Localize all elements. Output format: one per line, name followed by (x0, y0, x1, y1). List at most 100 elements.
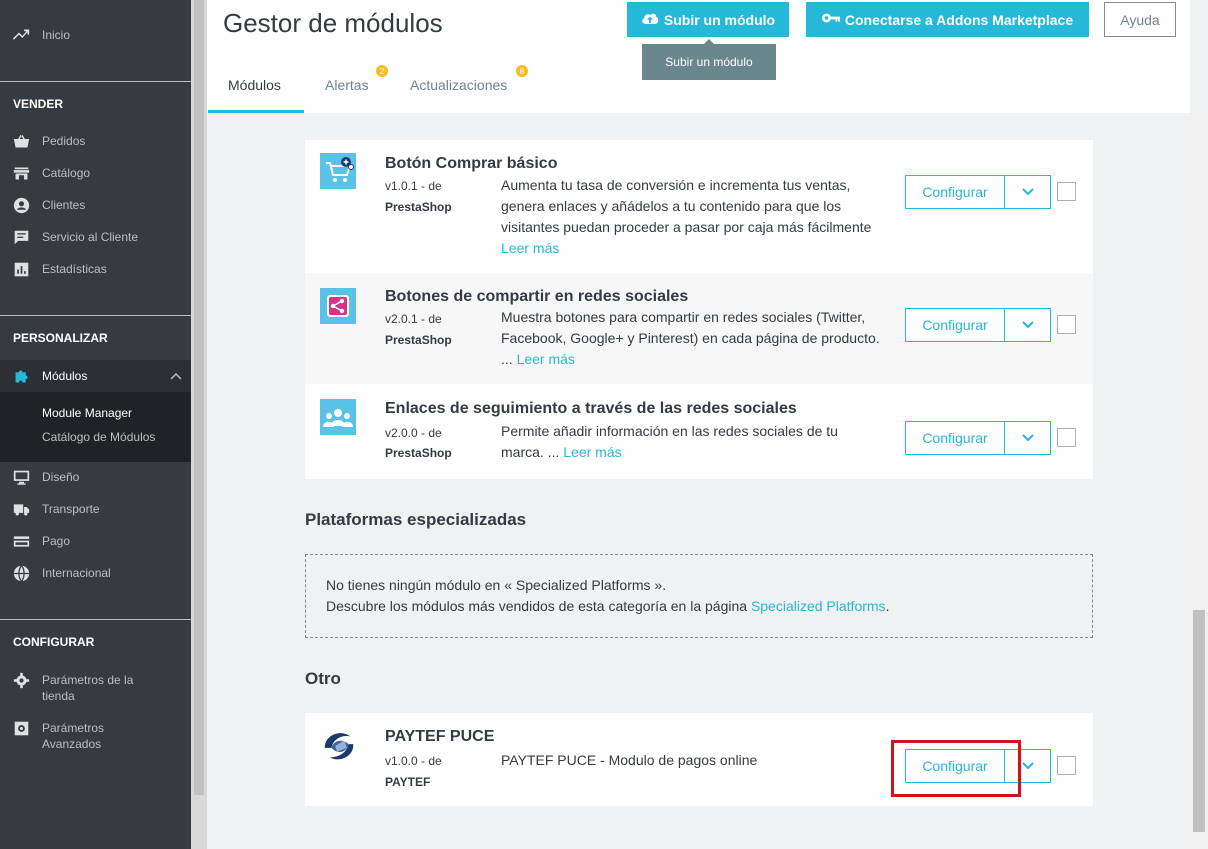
main-scrollbar[interactable] (1190, 113, 1208, 849)
help-button[interactable]: Ayuda (1104, 2, 1176, 37)
sidebar-item-label: Diseño (42, 470, 80, 484)
paytef-logo-icon (320, 727, 356, 763)
sidebar-item-parametros-avanzados[interactable]: Parámetros Avanzados (0, 720, 191, 754)
upload-module-button[interactable]: Subir un módulo (627, 2, 789, 37)
configure-button[interactable]: Configurar (905, 308, 1005, 342)
empty-category-notice: No tienes ningún módulo en « Specialized… (305, 554, 1093, 638)
chevron-up-icon (170, 369, 182, 383)
module-version: v2.0.0 - de (385, 426, 442, 440)
module-description: PAYTEF PUCE - Modulo de pagos online (501, 752, 758, 768)
sidebar-item-label: Pedidos (42, 134, 86, 148)
sidebar-item-modulos[interactable]: Módulos (0, 360, 191, 392)
tab-alertas[interactable]: Alertas (325, 77, 369, 93)
sidebar-item-catalogo[interactable]: Catálogo (0, 160, 191, 186)
section-personalizar: PERSONALIZAR (13, 331, 108, 345)
sidebar-item-estadisticas[interactable]: Estadísticas (0, 256, 191, 282)
actions-dropdown-button[interactable] (1004, 421, 1051, 455)
addons-marketplace-button[interactable]: Conectarse a Addons Marketplace (806, 2, 1089, 37)
configure-button[interactable]: Configurar (905, 175, 1005, 209)
sidebar-item-inicio[interactable]: Inicio (0, 22, 191, 48)
sidebar-item-servicio[interactable]: Servicio al Cliente (0, 224, 191, 250)
sidebar-item-diseno[interactable]: Diseño (0, 464, 191, 490)
module-checkbox[interactable] (1057, 182, 1076, 201)
sidebar-item-internacional[interactable]: Internacional (0, 560, 191, 586)
sidebar-item-label: Pago (42, 534, 71, 548)
section-vender: VENDER (13, 97, 64, 111)
configure-button[interactable]: Configurar (905, 421, 1005, 455)
module-checkbox[interactable] (1057, 756, 1076, 775)
sidebar-item-label: Inicio (42, 28, 71, 42)
sidebar-item-pago[interactable]: Pago (0, 528, 191, 554)
basket-icon (13, 133, 33, 149)
module-name: PAYTEF PUCE (385, 728, 495, 745)
description-text: Aumenta tu tasa de conversión e incremen… (501, 177, 872, 235)
module-version: v1.0.1 - de (385, 179, 442, 193)
read-more-link[interactable]: Leer más (563, 444, 621, 460)
read-more-link[interactable]: Leer más (501, 240, 559, 256)
submenu-catalogo-modulos[interactable]: Catálogo de Módulos (42, 430, 155, 444)
scrollbar-thumb[interactable] (1193, 610, 1205, 832)
actions-dropdown-button[interactable] (1004, 175, 1051, 209)
monitor-icon (13, 469, 33, 485)
sidebar-item-label: Internacional (42, 566, 111, 580)
button-label: Conectarse a Addons Marketplace (844, 11, 1074, 28)
sidebar-item-pedidos[interactable]: Pedidos (0, 128, 191, 154)
module-author: PrestaShop (385, 200, 452, 214)
tab-actualizaciones[interactable]: Actualizaciones (410, 77, 507, 93)
settings-box-icon (13, 720, 33, 736)
label-line: Parámetros (42, 721, 105, 735)
notice-line: No tienes ningún módulo en « Specialized… (326, 577, 667, 593)
module-card: Botón Comprar básico v1.0.1 - de PrestaS… (305, 140, 1093, 273)
actions-dropdown-button[interactable] (1004, 308, 1051, 342)
module-version: v2.0.1 - de (385, 312, 442, 326)
cart-logo-icon (320, 153, 356, 189)
chevron-down-icon (1021, 183, 1034, 201)
scrollbar-thumb[interactable] (194, 0, 204, 795)
sidebar-scrollbar[interactable] (191, 0, 207, 849)
label-line: Avanzados (42, 737, 102, 751)
sidebar-item-label: Módulos (42, 369, 88, 383)
module-author: PrestaShop (385, 446, 452, 460)
notice-text: Descubre los módulos más vendidos de est… (326, 598, 748, 614)
section-configurar: CONFIGURAR (13, 635, 95, 649)
people-logo-icon (320, 399, 356, 435)
share-logo-icon (320, 288, 356, 324)
sidebar-item-clientes[interactable]: Clientes (0, 192, 191, 218)
module-checkbox[interactable] (1057, 315, 1076, 334)
module-author: PAYTEF (385, 775, 431, 789)
description-text: Permite añadir información en las redes … (501, 423, 838, 460)
sidebar-item-label: Catálogo (42, 166, 91, 180)
sidebar-item-label: Parámetros de la tienda (42, 672, 133, 704)
sidebar: Inicio VENDER Pedidos Catálogo Clientes … (0, 0, 191, 849)
divider (0, 81, 191, 82)
read-more-link[interactable]: Leer más (517, 351, 575, 367)
store-icon (13, 165, 33, 181)
sidebar-item-label: Parámetros Avanzados (42, 720, 104, 752)
page-title: Gestor de módulos (223, 8, 443, 38)
divider (0, 619, 191, 620)
highlight-box (891, 740, 1021, 797)
submenu-module-manager[interactable]: Module Manager (42, 406, 132, 420)
key-icon (821, 11, 840, 28)
module-description: Permite añadir información en las redes … (501, 421, 881, 463)
chevron-down-icon (1021, 429, 1034, 447)
notice-line: Descubre los módulos más vendidos de est… (326, 596, 1072, 617)
divider (0, 315, 191, 316)
sidebar-item-label: Transporte (42, 502, 100, 516)
specialized-platforms-link[interactable]: Specialized Platforms (751, 598, 886, 614)
tooltip: Subir un módulo (642, 39, 776, 80)
tab-modulos[interactable]: Módulos (228, 77, 281, 93)
sidebar-item-label: Servicio al Cliente (42, 230, 139, 244)
sidebar-item-label: Estadísticas (42, 262, 107, 276)
stats-icon (13, 261, 33, 277)
chat-icon (13, 229, 33, 245)
globe-icon (13, 564, 33, 582)
update-count-badge: 8 (516, 65, 528, 77)
chevron-down-icon (1021, 757, 1034, 775)
module-version: v1.0.0 - de (385, 754, 442, 768)
sidebar-item-parametros-tienda[interactable]: Parámetros de la tienda (0, 672, 191, 706)
sidebar-item-transporte[interactable]: Transporte (0, 496, 191, 522)
module-name: Botones de compartir en redes sociales (385, 288, 689, 305)
notice-period: . (885, 598, 890, 614)
module-checkbox[interactable] (1057, 428, 1076, 447)
